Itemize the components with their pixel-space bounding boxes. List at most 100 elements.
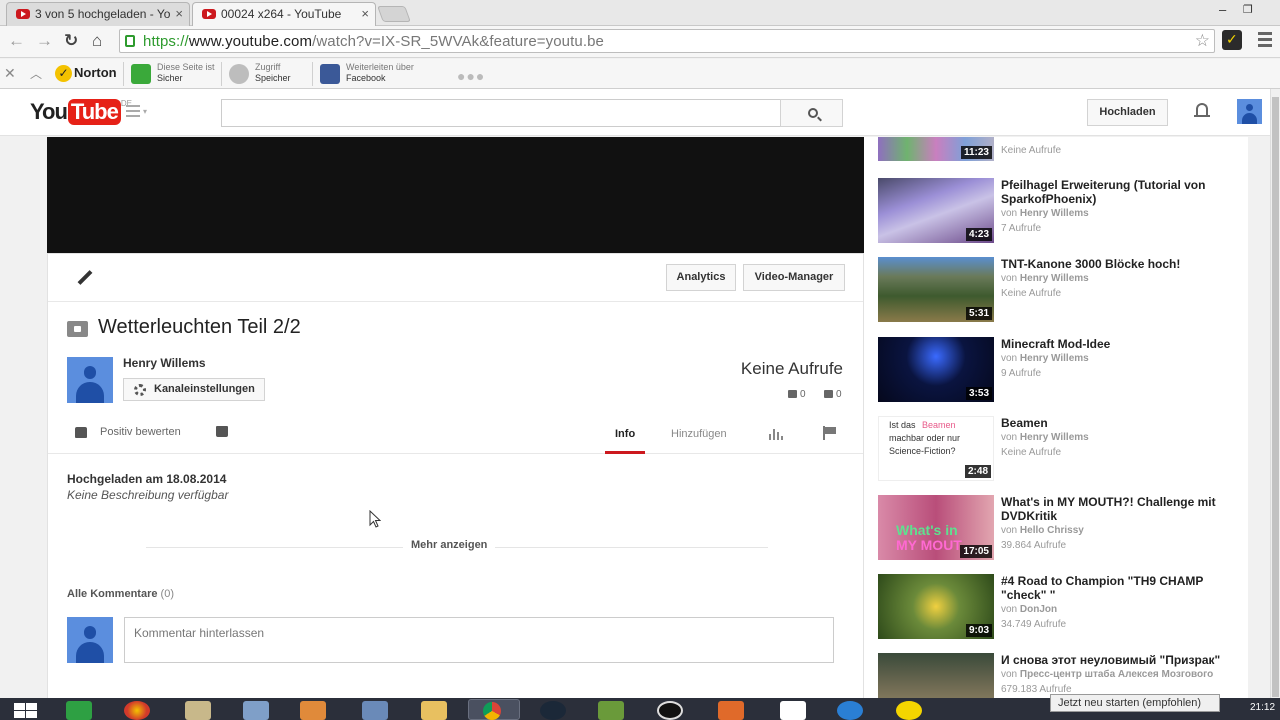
video-thumbnail[interactable]: Ist das Beamen machbar oder nur Science-… — [878, 416, 994, 481]
related-channel: von Пресс-центр штаба Алексея Мозгового — [1001, 669, 1214, 680]
guide-menu-icon[interactable] — [126, 105, 140, 120]
channel-settings-button[interactable]: Kanaleinstellungen — [123, 378, 265, 401]
video-thumbnail[interactable]: What's in MY MOUT 17:05 — [878, 495, 994, 560]
scrollbar-thumb[interactable] — [1272, 97, 1279, 697]
related-channel-name[interactable]: Пресс-центр штаба Алексея Мозгового — [1020, 669, 1213, 680]
url-path: /watch?v=IX-SR_5WVAk&feature=youtu.be — [312, 33, 604, 50]
related-video-item[interactable]: 11:23 Keine Aufrufe — [878, 137, 1238, 166]
norton-logo[interactable]: ✓ Norton — [55, 65, 117, 83]
owner-avatar[interactable] — [67, 357, 113, 403]
analytics-button[interactable]: Analytics — [666, 264, 736, 291]
app-icon[interactable] — [718, 701, 744, 720]
forward-icon[interactable]: → — [36, 31, 53, 51]
url-scheme: https:// — [143, 33, 189, 50]
file-explorer-icon[interactable] — [421, 701, 447, 720]
thumbnail-text: MY MOUT — [896, 537, 962, 553]
reload-icon[interactable]: ↻ — [64, 31, 78, 51]
norton-vault[interactable]: Zugriff Speicher — [229, 62, 291, 84]
norton-facebook[interactable]: Weiterleiten über Facebook — [320, 62, 414, 84]
comment-input[interactable]: Kommentar hinterlassen — [124, 617, 834, 663]
related-video-item[interactable]: 3:53 Minecraft Mod-Idee von Henry Willem… — [878, 337, 1238, 407]
ksp-icon[interactable] — [780, 701, 806, 720]
obs-icon[interactable] — [657, 701, 683, 720]
video-thumbnail[interactable]: 3:53 — [878, 337, 994, 402]
new-tab-button[interactable] — [377, 6, 411, 22]
page-scrollbar[interactable] — [1270, 89, 1280, 698]
account-avatar[interactable] — [1237, 99, 1262, 124]
video-manager-button[interactable]: Video-Manager — [743, 264, 845, 291]
browser-menu-icon[interactable] — [1258, 32, 1272, 50]
edit-pencil-icon[interactable] — [76, 270, 94, 288]
related-channel-name[interactable]: Hello Chrissy — [1020, 525, 1084, 536]
like-thumb-icon[interactable] — [75, 427, 87, 438]
norton-check-icon: ✓ — [55, 65, 72, 83]
upload-button[interactable]: Hochladen — [1087, 99, 1168, 126]
video-player[interactable] — [47, 137, 864, 253]
collapse-icon[interactable]: ︿ — [30, 65, 42, 82]
video-thumbnail[interactable]: 9:03 — [878, 574, 994, 639]
internet-explorer-icon[interactable] — [837, 701, 863, 720]
related-title[interactable]: Pfeilhagel Erweiterung (Tutorial von Spa… — [1001, 178, 1236, 206]
browser-tab-video[interactable]: 00024 x264 - YouTube × — [192, 2, 376, 26]
bookmark-star-icon[interactable]: ☆ — [1195, 31, 1210, 51]
related-video-item[interactable]: 9:03 #4 Road to Champion "TH9 CHAMP "che… — [878, 574, 1238, 644]
norton-extension-icon[interactable] — [1222, 30, 1242, 50]
owner-name[interactable]: Henry Willems — [123, 356, 206, 370]
search-input[interactable] — [221, 99, 781, 127]
steam-icon[interactable] — [540, 701, 566, 720]
related-video-item[interactable]: What's in MY MOUT 17:05 What's in MY MOU… — [878, 495, 1238, 565]
related-video-item[interactable]: 4:23 Pfeilhagel Erweiterung (Tutorial vo… — [878, 178, 1238, 248]
notifications-bell-icon[interactable] — [1194, 102, 1210, 118]
notes-app-icon[interactable] — [185, 701, 211, 720]
media-app-icon[interactable] — [124, 701, 150, 720]
report-flag-icon[interactable] — [823, 426, 837, 440]
close-tab-icon[interactable]: × — [361, 6, 369, 21]
norton-taskbar-icon[interactable] — [896, 701, 922, 720]
video-thumbnail[interactable] — [878, 653, 994, 698]
related-channel-name[interactable]: Henry Willems — [1020, 273, 1089, 284]
statistics-icon[interactable] — [769, 428, 783, 440]
related-video-item[interactable]: Ist das Beamen machbar oder nur Science-… — [878, 416, 1238, 486]
calculator-app-icon[interactable] — [362, 701, 388, 720]
show-more-button[interactable]: Mehr anzeigen — [403, 539, 496, 551]
related-channel-name[interactable]: DonJon — [1020, 604, 1057, 615]
home-icon[interactable]: ⌂ — [92, 31, 102, 51]
related-channel-name[interactable]: Henry Willems — [1020, 432, 1089, 443]
related-title[interactable]: И снова этот неуловимый "Призрак" — [1001, 653, 1236, 667]
video-thumbnail[interactable]: 11:23 — [878, 137, 994, 161]
video-thumbnail[interactable]: 4:23 — [878, 178, 994, 243]
minecraft-icon[interactable] — [598, 701, 624, 720]
video-duration: 5:31 — [965, 307, 992, 320]
address-bar[interactable]: https://www.youtube.com/watch?v=IX-SR_5W… — [119, 29, 1215, 53]
tab-add-to[interactable]: Hinzufügen — [671, 428, 727, 440]
browser-tab-upload[interactable]: 3 von 5 hochgeladen - Yo × — [6, 2, 190, 26]
back-icon[interactable]: ← — [8, 31, 25, 51]
related-title[interactable]: Beamen — [1001, 416, 1236, 430]
restore-icon[interactable]: ❐ — [1243, 3, 1253, 16]
minimize-icon[interactable]: – — [1219, 2, 1226, 17]
related-video-item[interactable]: И снова этот неуловимый "Призрак" von Пр… — [878, 653, 1238, 698]
green-app-icon[interactable] — [66, 701, 92, 720]
related-title[interactable]: #4 Road to Champion "TH9 CHAMP "check" " — [1001, 574, 1236, 602]
related-channel-name[interactable]: Henry Willems — [1020, 353, 1089, 364]
close-toolbar-icon[interactable]: ✕ — [4, 65, 16, 82]
related-title[interactable]: Minecraft Mod-Idee — [1001, 337, 1236, 351]
tab-info[interactable]: Info — [615, 428, 635, 440]
related-title[interactable]: What's in MY MOUTH?! Challenge mit DVDKr… — [1001, 495, 1236, 523]
related-channel-name[interactable]: Henry Willems — [1020, 208, 1089, 219]
search-button[interactable] — [780, 99, 843, 127]
related-video-item[interactable]: 5:31 TNT-Kanone 3000 Blöcke hoch! von He… — [878, 257, 1238, 327]
like-button[interactable]: Positiv bewerten — [100, 426, 181, 438]
close-tab-icon[interactable]: × — [175, 6, 183, 21]
norton-safe-site[interactable]: Diese Seite ist Sicher — [131, 62, 215, 84]
youtube-logo[interactable]: You Tube DE — [30, 99, 132, 125]
more-dots-icon[interactable]: ●●● — [457, 68, 485, 84]
chrome-taskbar-button[interactable] — [468, 699, 520, 720]
video-thumbnail[interactable]: 5:31 — [878, 257, 994, 322]
monitor-app-icon[interactable] — [243, 701, 269, 720]
windows-start-icon[interactable] — [14, 703, 38, 718]
restart-notification[interactable]: Jetzt neu starten (empfohlen) — [1050, 694, 1220, 712]
dislike-button-icon[interactable] — [216, 426, 228, 437]
video-app-icon[interactable] — [300, 701, 326, 720]
related-title[interactable]: TNT-Kanone 3000 Blöcke hoch! — [1001, 257, 1236, 271]
